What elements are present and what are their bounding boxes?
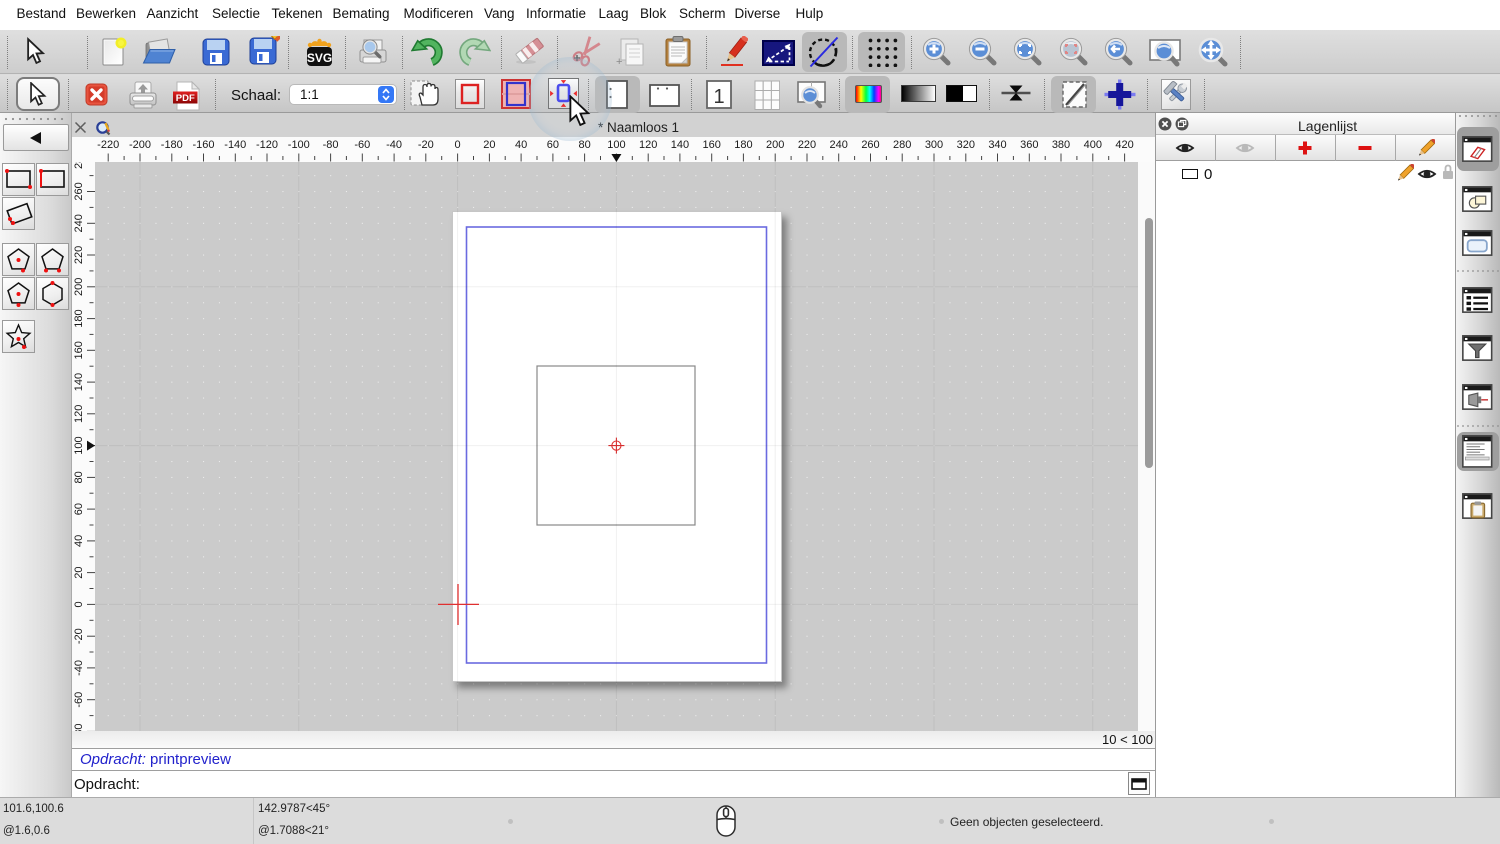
svg-text:80: 80 <box>578 139 590 151</box>
svg-text:340: 340 <box>988 139 1006 151</box>
svg-text:0: 0 <box>455 139 461 151</box>
svg-text:160: 160 <box>73 341 85 359</box>
svg-text:360: 360 <box>1020 139 1038 151</box>
svg-text:PDF: PDF <box>176 93 195 104</box>
svg-text:1: 1 <box>713 86 724 108</box>
svg-text:40: 40 <box>515 139 527 151</box>
svg-text:200: 200 <box>73 278 85 296</box>
svg-text:-160: -160 <box>192 139 214 151</box>
svg-text:100: 100 <box>73 436 85 454</box>
svg-text:-20: -20 <box>418 139 434 151</box>
svg-text:-120: -120 <box>256 139 278 151</box>
svg-text:320: 320 <box>957 139 975 151</box>
svg-text:280: 280 <box>73 162 85 169</box>
svg-text:400: 400 <box>1084 139 1102 151</box>
svg-text:20: 20 <box>483 139 495 151</box>
svg-text:160: 160 <box>703 139 721 151</box>
svg-text:260: 260 <box>861 139 879 151</box>
svg-text:-40: -40 <box>386 139 402 151</box>
svg-text:240: 240 <box>73 214 85 232</box>
svg-text:200: 200 <box>766 139 784 151</box>
svg-text:140: 140 <box>73 373 85 391</box>
svg-text:60: 60 <box>73 503 85 515</box>
svg-text:-60: -60 <box>73 692 85 708</box>
svg-text:-140: -140 <box>224 139 246 151</box>
svg-text:120: 120 <box>639 139 657 151</box>
svg-text:-180: -180 <box>161 139 183 151</box>
svg-text:380: 380 <box>1052 139 1070 151</box>
svg-text:0: 0 <box>73 601 85 607</box>
svg-text:260: 260 <box>73 182 85 200</box>
svg-text:-100: -100 <box>288 139 310 151</box>
svg-text:+: + <box>616 56 622 68</box>
svg-text:300: 300 <box>925 139 943 151</box>
svg-text:20: 20 <box>73 566 85 578</box>
svg-text:60: 60 <box>547 139 559 151</box>
svg-text:220: 220 <box>798 139 816 151</box>
svg-text:180: 180 <box>73 309 85 327</box>
svg-text:220: 220 <box>73 246 85 264</box>
svg-text:-80: -80 <box>73 723 85 731</box>
svg-text:40: 40 <box>73 535 85 547</box>
svg-text:-80: -80 <box>323 139 339 151</box>
svg-text:120: 120 <box>73 405 85 423</box>
svg-text:-40: -40 <box>73 660 85 676</box>
svg-text:80: 80 <box>73 471 85 483</box>
svg-text:100: 100 <box>607 139 625 151</box>
svg-text:140: 140 <box>671 139 689 151</box>
svg-text:-200: -200 <box>129 139 151 151</box>
svg-text:-60: -60 <box>354 139 370 151</box>
svg-text:-20: -20 <box>73 628 85 644</box>
svg-text:420: 420 <box>1115 139 1133 151</box>
svg-text:240: 240 <box>830 139 848 151</box>
svg-text:SVG: SVG <box>307 51 332 65</box>
svg-text:-220: -220 <box>97 139 119 151</box>
svg-text:280: 280 <box>893 139 911 151</box>
svg-text:180: 180 <box>734 139 752 151</box>
